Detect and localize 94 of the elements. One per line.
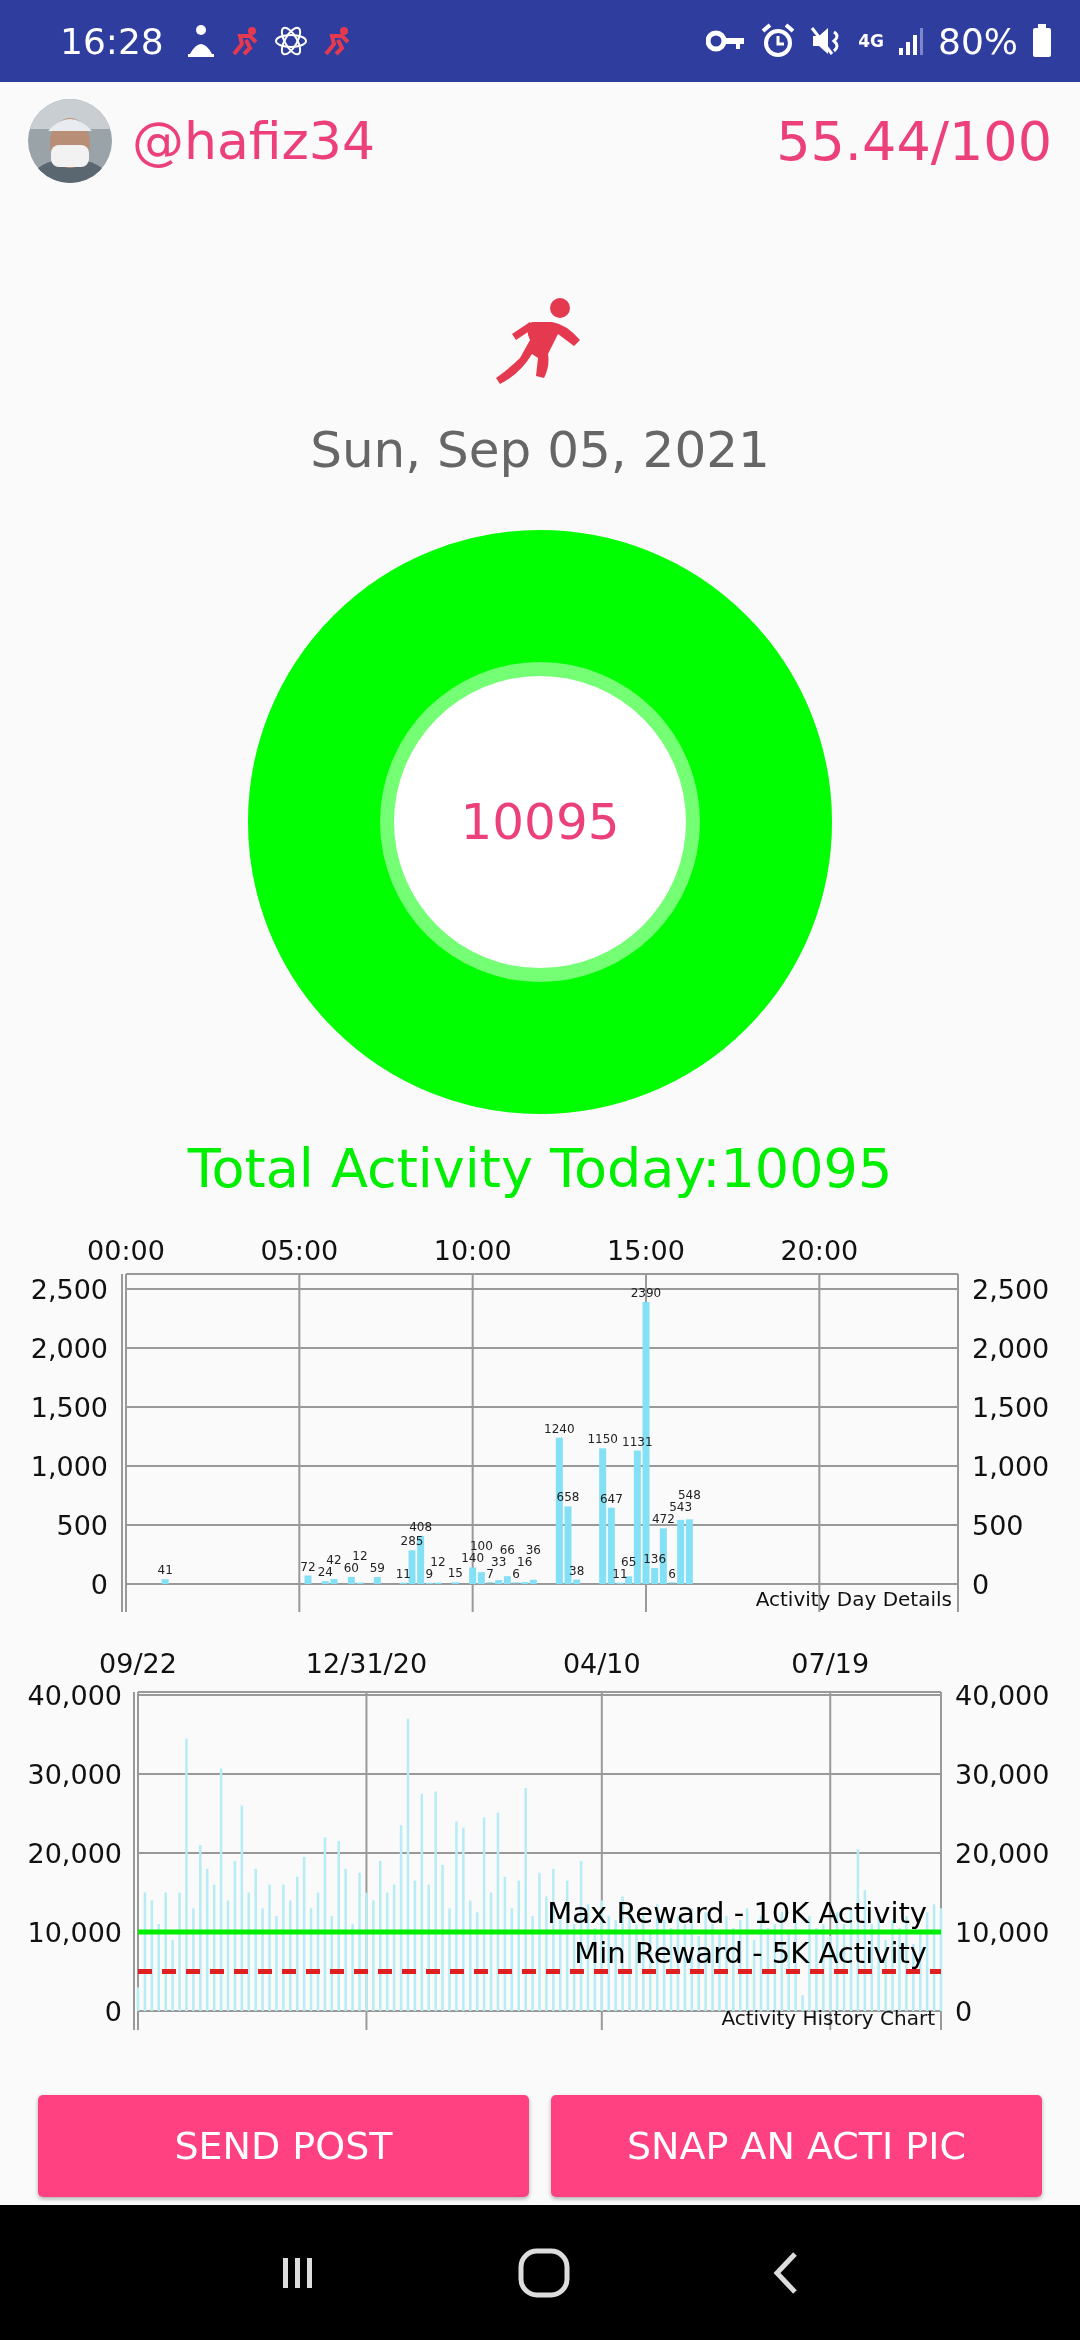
axis-label: 0 xyxy=(104,1996,122,2027)
axis-label: 09/22 xyxy=(99,1648,177,1679)
axis-label: 2,000 xyxy=(972,1333,1050,1364)
axis-label: 05:00 xyxy=(260,1235,339,1266)
data-label: 66 xyxy=(499,1543,515,1558)
axis-label: 20,000 xyxy=(27,1838,122,1869)
bar xyxy=(136,1987,140,2011)
data-label: 65 xyxy=(621,1554,637,1569)
data-label: 472 xyxy=(651,1512,675,1527)
data-label: 6 xyxy=(512,1567,520,1582)
axis-label: 30,000 xyxy=(27,1759,122,1790)
axis-label: 1,500 xyxy=(30,1392,108,1423)
data-label: 12 xyxy=(430,1554,446,1569)
data-label: 12 xyxy=(352,1548,368,1563)
axis-label: 15:00 xyxy=(607,1235,685,1266)
data-label: 543 xyxy=(669,1500,693,1515)
bar xyxy=(304,1575,312,1584)
total-activity: Total Activity Today:10095 xyxy=(186,1136,894,1202)
data-label: 15 xyxy=(447,1566,463,1581)
data-label: 285 xyxy=(400,1534,424,1549)
battery-level: 80% xyxy=(938,20,1018,62)
data-label: 41 xyxy=(157,1563,173,1578)
data-label: 11 xyxy=(395,1566,411,1581)
axis-label: 10,000 xyxy=(955,1917,1050,1948)
atom-icon xyxy=(273,24,308,58)
action-button[interactable]: SNAP AN ACTI PIC xyxy=(551,2095,1042,2197)
signal-icon xyxy=(898,26,924,56)
axis-label: 0 xyxy=(90,1569,108,1600)
date-label: Sun, Sep 05, 2021 xyxy=(309,420,771,481)
bar xyxy=(801,1995,804,2011)
axis-label: 12/31/20 xyxy=(305,1648,428,1679)
axis-label: 20,000 xyxy=(955,1838,1050,1869)
battery-icon xyxy=(1032,24,1052,58)
axis-label: 500 xyxy=(972,1510,1024,1541)
axis-label: 10:00 xyxy=(433,1235,512,1266)
data-label: 2390 xyxy=(630,1286,662,1300)
axis-label: 1,000 xyxy=(30,1451,108,1482)
axis-label: 40,000 xyxy=(955,1680,1050,1711)
data-label: 36 xyxy=(525,1543,541,1558)
data-label: 42 xyxy=(326,1553,342,1568)
reward-label: Min Reward - 5K Activity xyxy=(574,1935,927,1970)
bar xyxy=(161,1579,169,1584)
home-icon[interactable] xyxy=(518,2247,570,2298)
data-label: 7 xyxy=(486,1567,494,1582)
data-label: 60 xyxy=(343,1560,359,1575)
data-label: 16 xyxy=(517,1555,533,1570)
axis-label: 0 xyxy=(955,1996,973,2027)
data-label: 1240 xyxy=(544,1421,575,1436)
chart-title: Activity Day Details xyxy=(755,1587,952,1611)
reward-label: Max Reward - 10K Activity xyxy=(547,1896,927,1930)
bar xyxy=(171,1939,174,2011)
score: 55.44/100 xyxy=(776,109,1052,173)
data-label: 136 xyxy=(643,1551,667,1566)
axis-label: 07/19 xyxy=(791,1648,870,1679)
data-label: 548 xyxy=(677,1488,701,1503)
data-label: 33 xyxy=(491,1555,507,1570)
axis-label: 10,000 xyxy=(27,1917,122,1948)
clock: 16:28 xyxy=(60,20,164,62)
axis-label: 2,000 xyxy=(30,1333,108,1364)
axis-label: 30,000 xyxy=(955,1759,1050,1790)
key-icon xyxy=(706,29,747,53)
ring-value: 10095 xyxy=(459,792,621,853)
back-icon[interactable] xyxy=(772,2250,799,2295)
data-label: 59 xyxy=(369,1561,385,1576)
data-label: 408 xyxy=(409,1519,433,1534)
person-icon xyxy=(185,24,216,58)
data-label: 1150 xyxy=(587,1432,618,1447)
axis-label: 00:00 xyxy=(87,1235,165,1266)
data-label: 647 xyxy=(599,1491,623,1506)
data-label: 140 xyxy=(461,1551,485,1566)
axis-label: 0 xyxy=(972,1569,990,1600)
axis-label: 40,000 xyxy=(27,1680,122,1711)
action-button[interactable]: SEND POST xyxy=(38,2095,529,2197)
data-label: 38 xyxy=(569,1563,585,1578)
username: @hafiz34 xyxy=(132,111,376,171)
axis-label: 500 xyxy=(56,1510,108,1541)
data-label: 1131 xyxy=(622,1434,653,1449)
data-label: 6 xyxy=(668,1567,676,1582)
chart-title: Activity History Chart xyxy=(721,2006,935,2030)
axis-label: 1,500 xyxy=(972,1392,1050,1423)
data-label: 24 xyxy=(317,1565,333,1580)
data-label: 11 xyxy=(612,1566,628,1581)
axis-label: 2,500 xyxy=(30,1274,108,1305)
data-label: 658 xyxy=(556,1490,580,1505)
data-label: 9 xyxy=(425,1566,434,1581)
network-type: 4G xyxy=(858,32,884,50)
alarm-icon xyxy=(760,23,797,59)
axis-label: 20:00 xyxy=(780,1235,859,1266)
data-label: 72 xyxy=(300,1559,316,1574)
axis-label: 2,500 xyxy=(972,1274,1050,1305)
axis-label: 1,000 xyxy=(972,1451,1050,1482)
axis-label: 04/10 xyxy=(562,1648,641,1679)
data-label: 100 xyxy=(469,1539,493,1554)
bar xyxy=(373,1577,381,1584)
